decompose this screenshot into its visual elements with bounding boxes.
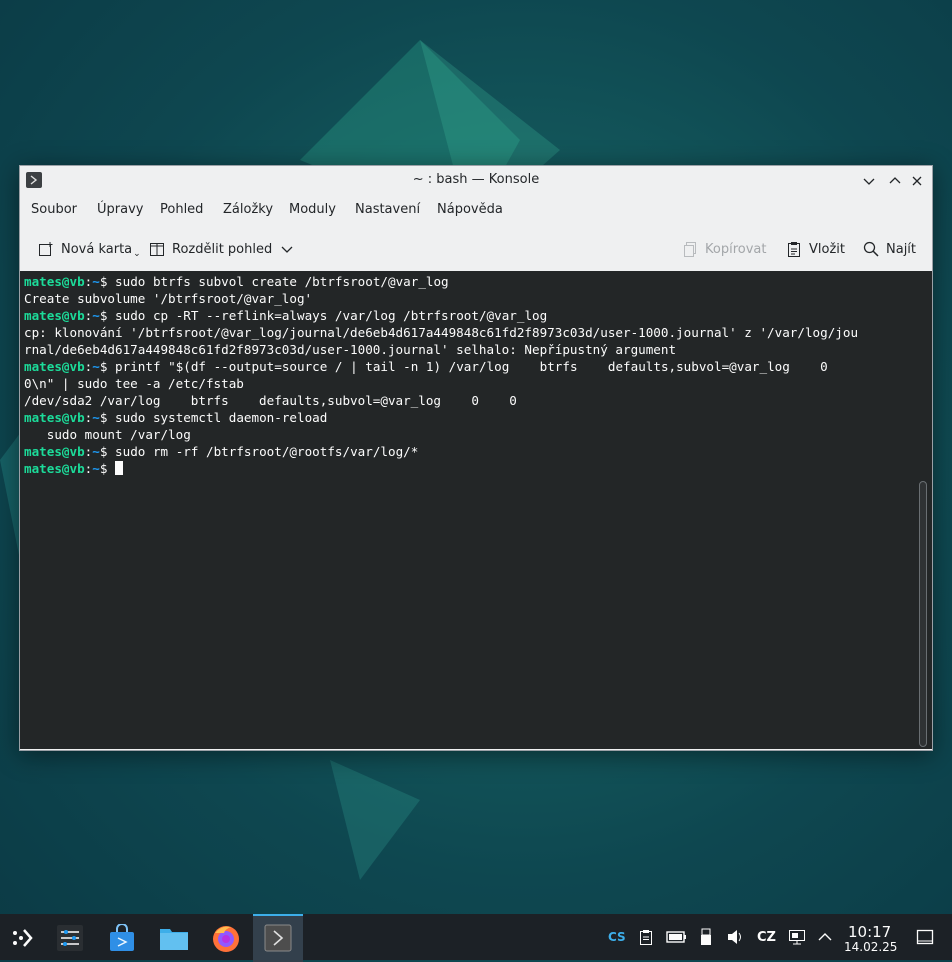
prompt-user-host: mates@vb xyxy=(24,410,85,425)
paste-button[interactable]: Vložit xyxy=(786,238,845,260)
terminal-command-line: mates@vb:~$ sudo btrfs subvol create /bt… xyxy=(24,274,449,289)
title-bar[interactable]: ~ : bash — Konsole xyxy=(20,166,932,196)
dropdown-indicator-icon: ⌄ xyxy=(133,249,141,259)
prompt-user-host: mates@vb xyxy=(24,444,85,459)
copy-icon xyxy=(684,242,696,257)
terminal-output-line: rnal/de6eb4d617a449848c61fd2f8973c03d/us… xyxy=(24,342,677,357)
terminal-output-line: /dev/sda2 /var/log btrfs defaults,subvol… xyxy=(24,393,517,408)
chevron-down-icon xyxy=(281,246,293,253)
app-launcher-icon[interactable] xyxy=(4,920,40,956)
menu-soubor[interactable]: Soubor xyxy=(31,202,77,217)
window-title: ~ : bash — Konsole xyxy=(412,172,540,187)
konsole-window: ~ : bash — Konsole Soubor Úpravy Pohled … xyxy=(19,165,933,751)
system-settings-icon[interactable] xyxy=(52,920,88,956)
command-text: sudo btrfs subvol create /btrfsroot/@var… xyxy=(115,274,449,289)
split-view-label: Rozdělit pohled xyxy=(172,241,273,257)
command-text: sudo rm -rf /btrfsroot/@rootfs/var/log/* xyxy=(115,444,419,459)
chevron-up-icon xyxy=(889,177,901,184)
paste-label: Vložit xyxy=(809,241,845,257)
usb-device-icon[interactable] xyxy=(700,914,712,960)
new-tab-button[interactable]: Nová karta ⌄ xyxy=(38,238,141,260)
network-icon[interactable] xyxy=(788,914,806,960)
prompt-path: ~ xyxy=(92,274,100,289)
menu-nastaveni[interactable]: Nastavení xyxy=(355,202,420,217)
new-tab-label: Nová karta xyxy=(61,241,133,257)
new-tab-icon xyxy=(39,242,53,256)
clock-date[interactable]: 14.02.25 xyxy=(844,940,897,954)
konsole-icon[interactable] xyxy=(260,920,296,956)
clock-time[interactable]: 10:17 xyxy=(848,923,891,941)
tray-expand-icon[interactable] xyxy=(818,914,832,960)
prompt-user-host: mates@vb xyxy=(24,359,85,374)
prompt-path: ~ xyxy=(92,359,100,374)
toolbar: Nová karta ⌄ Rozdělit pohled Kopírovat V… xyxy=(20,230,932,268)
battery-icon[interactable] xyxy=(666,914,688,960)
find-button[interactable]: Najít xyxy=(863,238,916,260)
terminal-output-line: sudo mount /var/log xyxy=(24,427,191,442)
split-view-button[interactable]: Rozdělit pohled xyxy=(149,238,300,260)
copy-label: Kopírovat xyxy=(705,241,767,257)
prompt-path: ~ xyxy=(92,461,100,476)
terminal-command-line: mates@vb:~$ sudo systemctl daemon-reload xyxy=(24,410,328,425)
discover-icon[interactable] xyxy=(104,920,140,956)
terminal-output: mates@vb:~$ sudo btrfs subvol create /bt… xyxy=(24,273,858,477)
taskbar: CS CZ 10:17 14.02.25 xyxy=(0,914,952,962)
minimize-button[interactable] xyxy=(860,172,878,190)
terminal-command-line: mates@vb:~$ sudo rm -rf /btrfsroot/@root… xyxy=(24,444,419,459)
language-indicator[interactable]: CS xyxy=(608,914,626,960)
terminal-scrollbar[interactable] xyxy=(919,481,927,747)
command-text: printf "$(df --output=source / | tail -n… xyxy=(115,359,828,374)
prompt-user-host: mates@vb xyxy=(24,308,85,323)
firefox-icon[interactable] xyxy=(208,920,244,956)
menu-moduly[interactable]: Moduly xyxy=(289,202,336,217)
prompt-user-host: mates@vb xyxy=(24,461,85,476)
menu-pohled[interactable]: Pohled xyxy=(160,202,203,217)
menu-upravy[interactable]: Úpravy xyxy=(97,202,143,217)
volume-icon[interactable] xyxy=(727,914,745,960)
keyboard-layout[interactable]: CZ xyxy=(757,914,776,960)
copy-button[interactable]: Kopírovat xyxy=(682,238,766,260)
chevron-down-icon xyxy=(863,178,875,185)
menu-napoveda[interactable]: Nápověda xyxy=(437,202,503,217)
command-text: sudo cp -RT --reflink=always /var/log /b… xyxy=(115,308,548,323)
prompt-path: ~ xyxy=(92,410,100,425)
prompt-user-host: mates@vb xyxy=(24,274,85,289)
terminal-command-line: mates@vb:~$ sudo cp -RT --reflink=always… xyxy=(24,308,548,323)
terminal-output-line: 0\n" | sudo tee -a /etc/fstab xyxy=(24,376,244,391)
paste-icon xyxy=(788,242,800,257)
terminal-command-line: mates@vb:~$ xyxy=(24,460,858,477)
terminal-area[interactable]: mates@vb:~$ sudo btrfs subvol create /bt… xyxy=(20,271,932,749)
dolphin-icon[interactable] xyxy=(156,920,192,956)
prompt-path: ~ xyxy=(92,308,100,323)
clipboard-icon[interactable] xyxy=(638,914,654,960)
terminal-cursor xyxy=(115,461,124,475)
menu-bar: Soubor Úpravy Pohled Záložky Moduly Nast… xyxy=(20,197,932,223)
search-icon xyxy=(863,241,879,257)
maximize-button[interactable] xyxy=(886,172,904,190)
prompt-path: ~ xyxy=(92,444,100,459)
show-desktop-icon[interactable] xyxy=(916,914,934,960)
close-button[interactable] xyxy=(908,172,926,190)
terminal-output-line: Create subvolume '/btrfsroot/@var_log' xyxy=(24,291,313,306)
command-text: sudo systemctl daemon-reload xyxy=(115,410,328,425)
split-view-icon xyxy=(150,243,164,256)
terminal-command-line: mates@vb:~$ printf "$(df --output=source… xyxy=(24,359,828,374)
close-icon xyxy=(912,176,922,186)
menu-zalozky[interactable]: Záložky xyxy=(223,202,273,217)
find-label: Najít xyxy=(886,241,917,257)
terminal-output-line: cp: klonování '/btrfsroot/@var_log/journ… xyxy=(24,325,859,340)
